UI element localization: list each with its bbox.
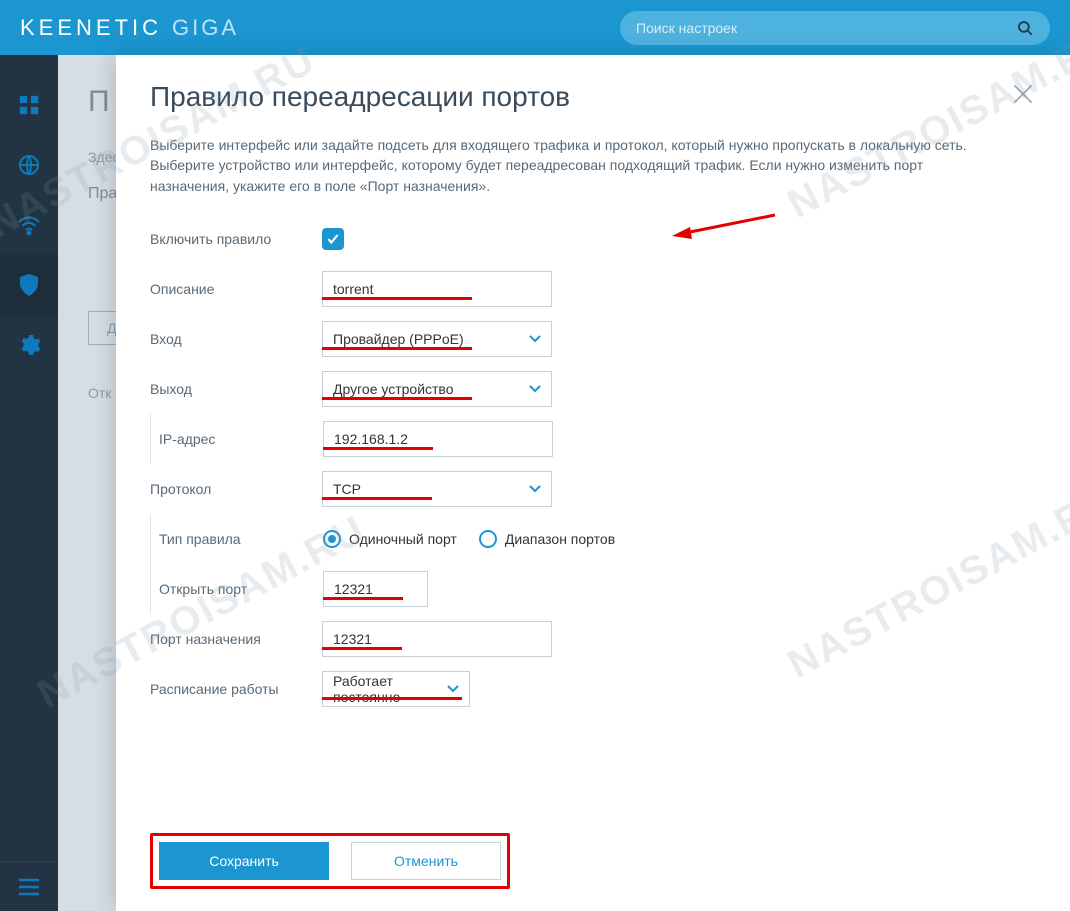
radio-dot-unselected: [479, 530, 497, 548]
output-select[interactable]: Другое устройство: [322, 371, 552, 407]
hamburger-icon: [18, 878, 40, 896]
open-port-label: Открыть порт: [159, 581, 323, 597]
schedule-label: Расписание работы: [150, 681, 322, 697]
radio-single-port[interactable]: Одиночный порт: [323, 530, 457, 548]
radio-port-range-label: Диапазон портов: [505, 531, 615, 547]
radio-dot-selected: [323, 530, 341, 548]
cancel-button[interactable]: Отменить: [351, 842, 501, 880]
output-label: Выход: [150, 381, 322, 397]
brand-sub: GIGA: [172, 15, 239, 41]
wifi-icon: [17, 215, 41, 235]
chevron-down-icon: [529, 335, 541, 343]
chevron-down-icon: [529, 385, 541, 393]
modal-title: Правило переадресации портов: [150, 81, 570, 113]
brand: KEENETIC GIGA: [20, 15, 239, 41]
protocol-select-value: TCP: [333, 481, 361, 497]
dest-port-input[interactable]: [322, 621, 552, 657]
sidebar-toggle[interactable]: [0, 861, 58, 911]
rule-type-label: Тип правила: [159, 531, 323, 547]
row-output: Выход Другое устройство: [150, 364, 1036, 414]
chevron-down-icon: [529, 485, 541, 493]
protocol-label: Протокол: [150, 481, 322, 497]
grid-icon: [18, 94, 40, 116]
sidebar-item-settings[interactable]: [0, 315, 58, 375]
row-schedule: Расписание работы Работает постоянно: [150, 664, 1036, 714]
row-protocol: Протокол TCP: [150, 464, 1036, 514]
close-icon[interactable]: [1010, 81, 1036, 107]
modal-description: Выберите интерфейс или задайте подсеть д…: [150, 135, 970, 196]
sidebar: [0, 55, 58, 911]
row-ip: IP-адрес: [150, 414, 1036, 464]
ip-label: IP-адрес: [159, 431, 323, 447]
schedule-select-value: Работает постоянно: [333, 673, 433, 705]
output-select-value: Другое устройство: [333, 381, 454, 397]
globe-icon: [17, 153, 41, 177]
dest-port-label: Порт назначения: [150, 631, 322, 647]
row-input: Вход Провайдер (PPPoE): [150, 314, 1036, 364]
input-select[interactable]: Провайдер (PPPoE): [322, 321, 552, 357]
search-icon[interactable]: [1016, 19, 1034, 37]
enable-checkbox[interactable]: [322, 228, 344, 250]
description-label: Описание: [150, 281, 322, 297]
ip-input[interactable]: [323, 421, 553, 457]
check-icon: [326, 232, 340, 246]
enable-label: Включить правило: [150, 231, 322, 247]
description-input[interactable]: [322, 271, 552, 307]
sidebar-item-wifi[interactable]: [0, 195, 58, 255]
radio-single-port-label: Одиночный порт: [349, 531, 457, 547]
modal-port-forwarding: Правило переадресации портов Выберите ин…: [116, 55, 1070, 911]
radio-port-range[interactable]: Диапазон портов: [479, 530, 615, 548]
row-dest-port: Порт назначения: [150, 614, 1036, 664]
modal-footer: Сохранить Отменить: [150, 833, 510, 889]
sidebar-item-dashboard[interactable]: [0, 75, 58, 135]
gear-icon: [17, 333, 41, 357]
input-label: Вход: [150, 331, 322, 347]
search-box[interactable]: [620, 11, 1050, 45]
sidebar-item-security[interactable]: [0, 255, 58, 315]
chevron-down-icon: [447, 685, 459, 693]
row-open-port: Открыть порт: [150, 564, 1036, 614]
input-select-value: Провайдер (PPPoE): [333, 331, 464, 347]
annotation-arrow-icon: [670, 209, 780, 243]
schedule-select[interactable]: Работает постоянно: [322, 671, 470, 707]
open-port-input[interactable]: [323, 571, 428, 607]
row-rule-type: Тип правила Одиночный порт Диапазон порт…: [150, 514, 1036, 564]
sidebar-item-internet[interactable]: [0, 135, 58, 195]
brand-main: KEENETIC: [20, 15, 162, 41]
shield-icon: [18, 273, 40, 297]
search-input[interactable]: [636, 20, 1016, 36]
save-button[interactable]: Сохранить: [159, 842, 329, 880]
row-description: Описание: [150, 264, 1036, 314]
top-bar: KEENETIC GIGA: [0, 0, 1070, 55]
row-enable: Включить правило: [150, 214, 1036, 264]
protocol-select[interactable]: TCP: [322, 471, 552, 507]
